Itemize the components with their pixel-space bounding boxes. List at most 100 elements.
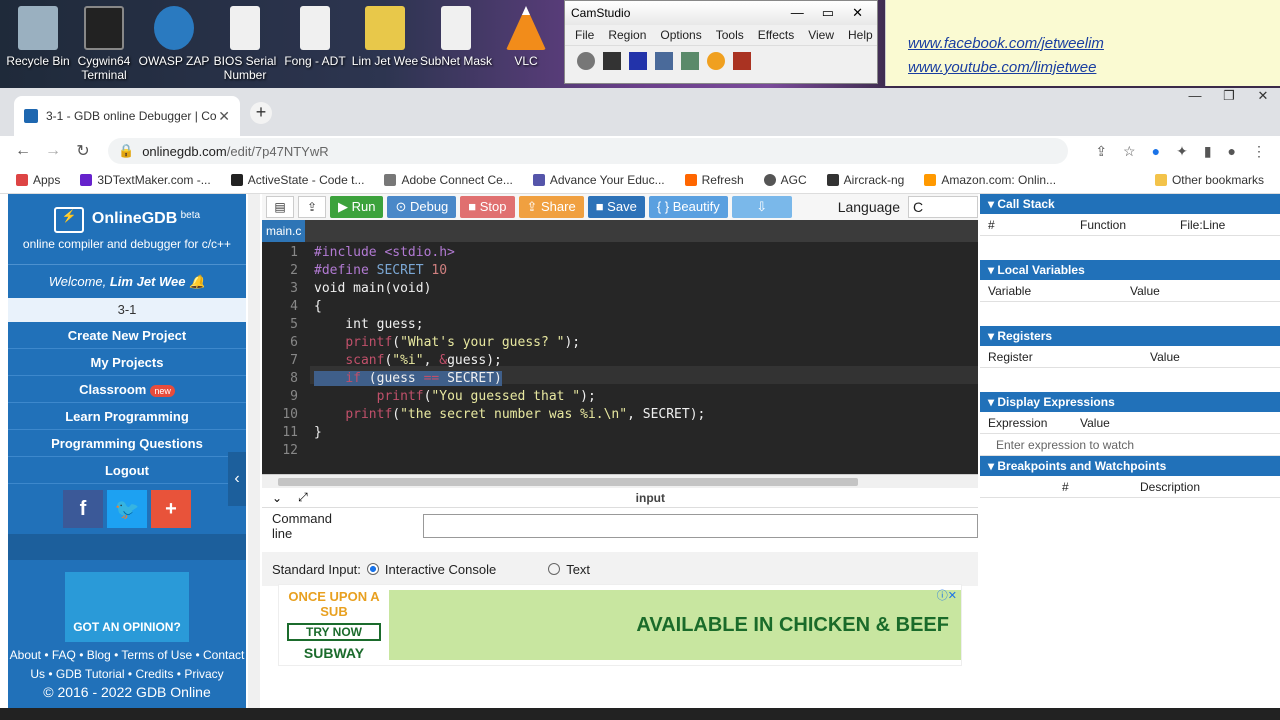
annotate-icon[interactable] bbox=[733, 52, 751, 70]
desktop-icon-vlc[interactable]: VLC bbox=[488, 6, 564, 68]
menu-view[interactable]: View bbox=[808, 28, 834, 42]
close-icon[interactable]: ✕ bbox=[1246, 88, 1280, 104]
file-tab-main[interactable]: main.c bbox=[262, 220, 306, 242]
desktop-icon-bios-serial[interactable]: BIOS Serial Number bbox=[207, 6, 283, 82]
bookmark-3dtextmaker[interactable]: 3DTextMaker.com -... bbox=[80, 173, 211, 187]
menu-dots-icon[interactable]: ⋮ bbox=[1252, 143, 1266, 160]
brand[interactable]: ⚡ OnlineGDB beta online compiler and debug… bbox=[8, 194, 246, 264]
desktop-icon-owasp-zap[interactable]: OWASP ZAP bbox=[136, 6, 212, 68]
extension-icon[interactable]: ● bbox=[1152, 143, 1160, 160]
editor-horizontal-scrollbar[interactable] bbox=[262, 474, 978, 488]
footer-links-2[interactable]: Us • GDB Tutorial • Credits • Privacy bbox=[8, 665, 246, 684]
interactive-console-radio[interactable] bbox=[366, 563, 379, 575]
region-icon[interactable] bbox=[655, 52, 673, 70]
browser-tab[interactable]: 3-1 - GDB online Debugger | Co ✕ bbox=[14, 96, 240, 136]
collapse-sidebar-icon[interactable]: ‹ bbox=[228, 452, 246, 506]
footer-links-1[interactable]: About • FAQ • Blog • Terms of Use • Cont… bbox=[8, 646, 246, 665]
menu-effects[interactable]: Effects bbox=[758, 28, 794, 42]
bookmark-agc[interactable]: AGC bbox=[763, 173, 807, 187]
bookmark-refresh[interactable]: Refresh bbox=[684, 173, 744, 187]
stop-icon[interactable] bbox=[629, 52, 647, 70]
close-icon[interactable]: ✕ bbox=[852, 5, 863, 21]
record-icon[interactable] bbox=[577, 52, 595, 70]
desktop-icon-fong-adt[interactable]: Fong - ADT bbox=[277, 6, 353, 68]
puzzle-icon[interactable]: ✦ bbox=[1176, 143, 1188, 160]
user-name[interactable]: Lim Jet Wee bbox=[110, 274, 186, 289]
download-button[interactable]: ⇩ bbox=[731, 196, 792, 218]
new-tab-icon[interactable]: + bbox=[250, 102, 272, 124]
page-scrollbar[interactable] bbox=[248, 194, 260, 720]
desktop-icon-recycle-bin[interactable]: Recycle Bin bbox=[0, 6, 76, 68]
breakpoints-header[interactable]: ▾ Breakpoints and Watchpoints bbox=[980, 456, 1280, 476]
close-tab-icon[interactable]: ✕ bbox=[218, 108, 230, 125]
menu-file[interactable]: File bbox=[575, 28, 594, 42]
url-input[interactable]: 🔒 onlinegdb.com/edit/7p47NTYwR bbox=[108, 138, 1068, 164]
sidebar-item-learn-programming[interactable]: Learn Programming bbox=[8, 403, 246, 430]
sidebar-item-classroom[interactable]: Classroom new bbox=[8, 376, 246, 403]
save-button[interactable]: ■ Save bbox=[587, 196, 645, 218]
new-file-icon[interactable]: ▤ bbox=[266, 196, 294, 218]
registers-header[interactable]: ▾ Registers bbox=[980, 326, 1280, 346]
twitter-icon[interactable]: 🐦 bbox=[107, 490, 147, 528]
youtube-link[interactable]: www.youtube.com/limjetwee bbox=[908, 56, 1280, 80]
command-line-input[interactable] bbox=[423, 514, 978, 538]
sidebar-item-my-projects[interactable]: My Projects bbox=[8, 349, 246, 376]
call-stack-header[interactable]: ▾ Call Stack bbox=[980, 194, 1280, 214]
star-icon[interactable]: ☆ bbox=[1123, 143, 1136, 160]
reload-icon[interactable]: ↻ bbox=[68, 141, 98, 161]
scrollbar-thumb[interactable] bbox=[278, 478, 858, 486]
share-icon[interactable]: ⇪ bbox=[1095, 143, 1107, 160]
stop-button[interactable]: ■ Stop bbox=[460, 196, 515, 218]
upload-icon[interactable]: ⇪ bbox=[298, 196, 326, 218]
bookmark-other[interactable]: Other bookmarks bbox=[1154, 173, 1264, 187]
avatar[interactable]: ● bbox=[1228, 143, 1236, 160]
desktop-icon-subnet-mask[interactable]: SubNet Mask bbox=[418, 6, 494, 68]
language-select[interactable]: C bbox=[908, 196, 978, 218]
restore-icon[interactable]: ❐ bbox=[1212, 88, 1246, 104]
desktop-icon-lim-jet-wee[interactable]: Lim Jet Wee bbox=[347, 6, 423, 68]
current-project[interactable]: 3-1 bbox=[8, 298, 246, 322]
sidebar-item-programming-questions[interactable]: Programming Questions bbox=[8, 430, 246, 457]
back-icon[interactable]: ← bbox=[8, 142, 38, 160]
minimize-icon[interactable]: — bbox=[1178, 88, 1212, 104]
sidepanel-icon[interactable]: ▮ bbox=[1204, 143, 1212, 160]
bookmark-amazon[interactable]: Amazon.com: Onlin... bbox=[924, 173, 1056, 187]
menu-region[interactable]: Region bbox=[608, 28, 646, 42]
ad-cta[interactable]: TRY NOW bbox=[287, 623, 381, 641]
expand-icon[interactable]: ⤢ bbox=[298, 490, 308, 505]
desktop-icon-cygwin[interactable]: Cygwin64 Terminal bbox=[66, 6, 142, 82]
debug-button[interactable]: ⊙ Debug bbox=[387, 196, 457, 218]
sidebar-ad[interactable]: GOT AN OPINION? bbox=[65, 572, 189, 642]
pause-icon[interactable] bbox=[603, 52, 621, 70]
bookmark-activestate[interactable]: ActiveState - Code t... bbox=[230, 173, 364, 187]
chevron-down-icon[interactable]: ⌄ bbox=[272, 491, 282, 505]
effects-icon[interactable] bbox=[707, 52, 725, 70]
bookmark-aircrack[interactable]: Aircrack-ng bbox=[826, 173, 904, 187]
minimize-icon[interactable]: — bbox=[791, 5, 804, 21]
menu-tools[interactable]: Tools bbox=[716, 28, 744, 42]
options-icon[interactable] bbox=[681, 52, 699, 70]
bell-icon[interactable]: 🔔 bbox=[189, 274, 205, 289]
menu-options[interactable]: Options bbox=[660, 28, 701, 42]
local-variables-header[interactable]: ▾ Local Variables bbox=[980, 260, 1280, 280]
forward-icon[interactable]: → bbox=[38, 142, 68, 160]
beautify-button[interactable]: { } Beautify bbox=[648, 196, 728, 218]
display-expressions-header[interactable]: ▾ Display Expressions bbox=[980, 392, 1280, 412]
share-button[interactable]: ⇪ Share bbox=[518, 196, 584, 218]
ad-banner[interactable]: ONCE UPON A SUB TRY NOW SUBWAY AVAILABLE I… bbox=[278, 584, 962, 666]
facebook-link[interactable]: www.facebook.com/jetweelim bbox=[908, 32, 1280, 56]
plus-share-icon[interactable]: + bbox=[151, 490, 191, 528]
text-radio[interactable] bbox=[548, 563, 561, 575]
bookmark-adobe[interactable]: Adobe Connect Ce... bbox=[384, 173, 513, 187]
run-button[interactable]: ▶ Run bbox=[330, 196, 384, 218]
maximize-icon[interactable]: ▭ bbox=[822, 5, 834, 21]
menu-help[interactable]: Help bbox=[848, 28, 873, 42]
sidebar-item-logout[interactable]: Logout bbox=[8, 457, 246, 484]
expression-input[interactable]: Enter expression to watch bbox=[980, 434, 1280, 456]
bookmark-apps[interactable]: Apps bbox=[16, 173, 60, 187]
ad-info-icon[interactable]: ⓘ✕ bbox=[937, 587, 957, 603]
sidebar-item-create-project[interactable]: Create New Project bbox=[8, 322, 246, 349]
bookmark-advance[interactable]: Advance Your Educ... bbox=[532, 173, 665, 187]
facebook-icon[interactable]: f bbox=[63, 490, 103, 528]
code-editor[interactable]: 1 2 3 4 5 6 7 8 9 10 11 12 #include <std… bbox=[262, 242, 978, 474]
